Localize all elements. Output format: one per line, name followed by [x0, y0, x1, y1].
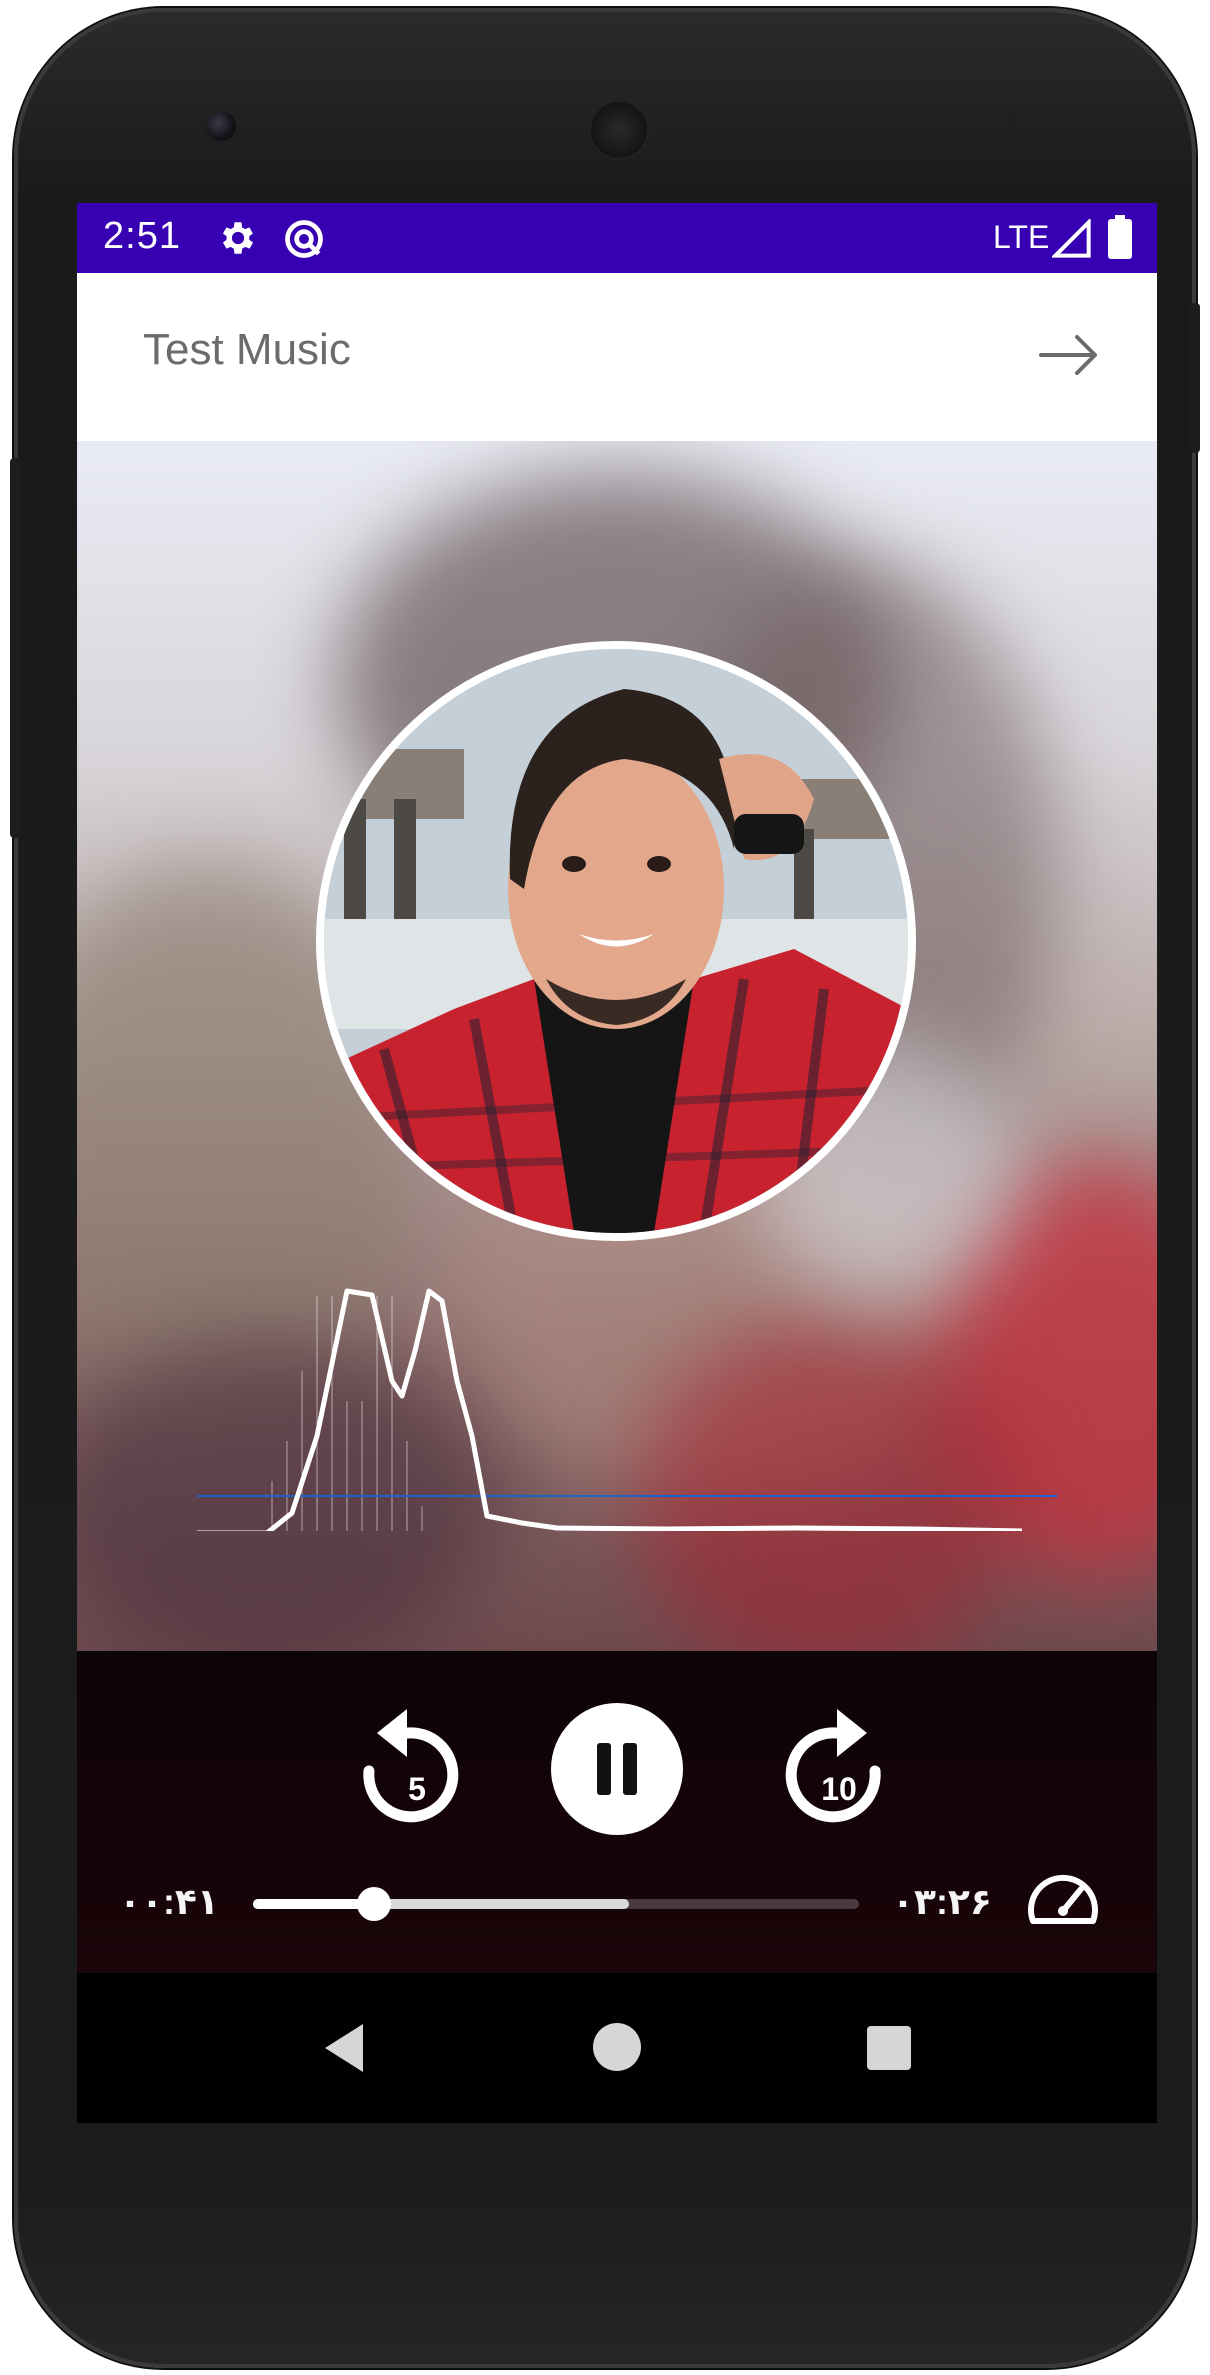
replay-5-icon: [363, 1709, 459, 1823]
status-bar: 2:51 LTE: [77, 203, 1157, 273]
audio-visualizer: [197, 1288, 1057, 1531]
forward-seconds-button[interactable]: 10: [767, 1701, 897, 1831]
forward-button[interactable]: [1027, 313, 1111, 397]
network-type: LTE: [993, 219, 1050, 255]
recents-button[interactable]: [867, 2026, 911, 2070]
home-button[interactable]: [593, 2023, 641, 2071]
album-art: [316, 641, 916, 1241]
light-sensor: [1006, 111, 1020, 125]
speed-icon: [1028, 1874, 1098, 1924]
front-camera: [206, 111, 236, 141]
seek-bar[interactable]: [253, 1887, 859, 1921]
phone-frame: 2:51 LTE Test Music 5 10 ۰۰:۴۱ ۰۳:۲۶: [10, 8, 1200, 2368]
screen: 2:51 LTE Test Music 5 10 ۰۰:۴۱ ۰۳:۲۶: [77, 203, 1157, 2123]
signal-icon: [1050, 217, 1092, 264]
rewind-seconds: 5: [408, 1771, 426, 1807]
back-button[interactable]: [317, 2018, 377, 2078]
back-icon: [325, 2024, 363, 2072]
earpiece-speaker: [589, 100, 649, 160]
settings-icon: [217, 217, 259, 264]
playback-speed-button[interactable]: [1023, 1861, 1103, 1941]
volume-button: [10, 458, 20, 838]
player-controls: 5 10 ۰۰:۴۱ ۰۳:۲۶: [77, 1651, 1157, 1973]
album-background: [77, 441, 1157, 1651]
sync-icon: [282, 217, 326, 266]
page-title: Test Music: [143, 325, 351, 374]
elapsed-time: ۰۰:۴۱: [119, 1881, 219, 1922]
total-duration: ۰۳:۲۶: [892, 1881, 992, 1922]
status-time: 2:51: [103, 215, 181, 257]
forward-10-icon: [785, 1709, 881, 1823]
app-bar: Test Music: [77, 273, 1157, 441]
power-button: [1190, 303, 1200, 453]
pause-button[interactable]: [551, 1703, 683, 1835]
proximity-sensor: [976, 111, 990, 125]
seek-progress: [253, 1899, 375, 1909]
pause-icon: [597, 1743, 637, 1795]
navigation-bar: [77, 1973, 1157, 2123]
battery-icon: [1107, 215, 1133, 264]
forward-seconds: 10: [821, 1771, 857, 1807]
rewind-button[interactable]: 5: [347, 1701, 477, 1831]
seek-thumb[interactable]: [357, 1887, 392, 1921]
arrow-right-icon: [1039, 335, 1097, 375]
artist-photo: [324, 649, 908, 1233]
